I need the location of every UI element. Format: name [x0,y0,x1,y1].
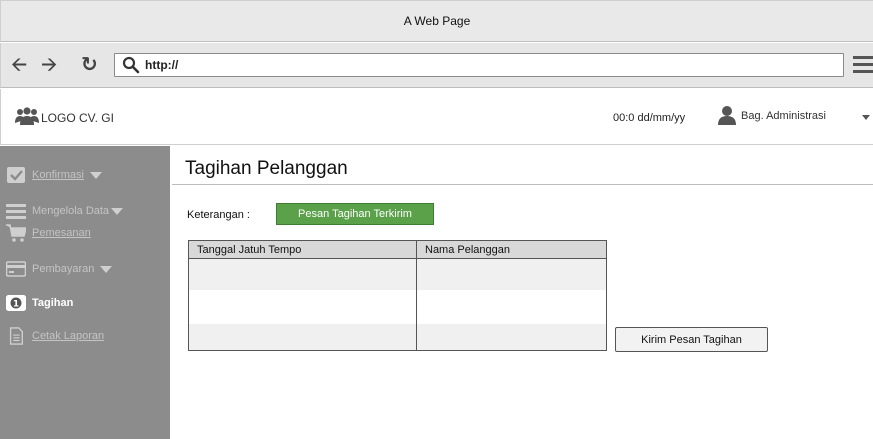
chevron-down-icon [89,171,102,179]
user-menu-chevron-icon[interactable] [862,115,870,120]
sidebar-item-label: Mengelola Data [32,205,110,217]
sidebar-item-label: Pembayaran [32,263,95,275]
status-badge: Pesan Tagihan Terkirim [276,203,434,225]
user-name[interactable]: Bag. Administrasi [741,110,826,122]
table-row[interactable] [188,323,607,351]
address-bar[interactable]: http:// [114,53,844,77]
table-row[interactable] [188,289,607,324]
billing-table: Tanggal Jatuh Tempo Nama Pelanggan [188,240,607,351]
browser-toolbar: 🡨 🡪 ↻ http:// [0,43,873,88]
table-cell [416,258,607,290]
search-icon [122,56,140,74]
send-bill-button[interactable]: Kirim Pesan Tagihan [615,327,768,352]
sidebar-item-label: Pemesanan [32,227,91,239]
date-time-text: 00:0 dd/mm/yy [613,112,686,124]
logo-text: LOGO CV. GI [41,111,114,125]
table-cell [416,323,607,351]
sidebar-item-label: Tagihan [32,297,74,309]
table-cell [188,289,417,324]
url-text: http:// [145,58,179,72]
list-icon [6,204,26,219]
hamburger-menu-icon[interactable] [853,56,873,74]
sidebar-item-pembayaran[interactable]: Pembayaran [6,260,113,278]
sidebar: Konfirmasi Mengelola Data Pemesanan Pemb… [0,146,170,439]
checkbox-icon [7,167,25,183]
forward-arrow-icon[interactable]: 🡪 [41,53,57,77]
cart-icon [6,224,26,242]
sidebar-item-cetak-laporan[interactable]: Cetak Laporan [6,327,104,345]
user-avatar-icon [718,106,736,125]
sidebar-item-label: Konfirmasi [32,169,84,181]
title-divider [172,184,873,185]
users-logo-icon [15,107,39,125]
window-titlebar: A Web Page [0,0,873,42]
page-title: Tagihan Pelanggan [185,158,348,179]
chevron-down-icon [111,207,124,215]
sidebar-item-pemesanan[interactable]: Pemesanan [6,224,91,242]
back-arrow-icon[interactable]: 🡨 [11,53,27,77]
column-header-due-date[interactable]: Tanggal Jatuh Tempo [188,240,417,259]
table-cell [188,323,417,351]
window-title: A Web Page [403,14,471,28]
sidebar-item-konfirmasi[interactable]: Konfirmasi [6,166,102,184]
keterangan-label: Keterangan : [187,209,250,221]
chevron-down-icon [100,265,113,273]
sidebar-item-tagihan[interactable]: 1 Tagihan [6,294,73,312]
sidebar-item-label: Cetak Laporan [32,330,105,342]
svg-text:1: 1 [13,300,19,310]
table-cell [188,258,417,290]
bill-icon: 1 [6,295,26,311]
table-row[interactable] [188,258,607,290]
sidebar-item-mengelola-data[interactable]: Mengelola Data [6,202,124,220]
column-header-customer-name[interactable]: Nama Pelanggan [416,240,607,259]
reload-icon[interactable]: ↻ [81,53,98,77]
table-cell [416,289,607,324]
table-header-row: Tanggal Jatuh Tempo Nama Pelanggan [188,240,607,259]
document-icon [9,327,23,345]
app-header: LOGO CV. GI 00:0 dd/mm/yy Bag. Administr… [0,89,873,145]
credit-card-icon [6,261,26,277]
